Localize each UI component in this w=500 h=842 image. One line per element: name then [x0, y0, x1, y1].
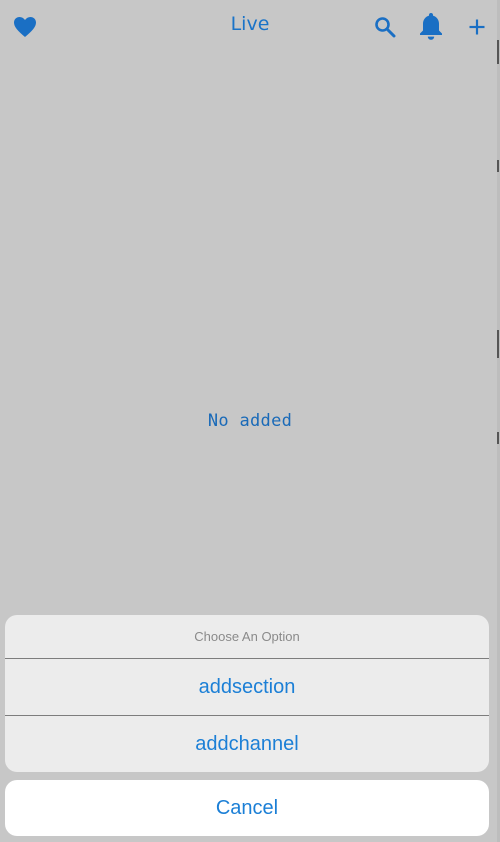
search-button[interactable]	[370, 12, 400, 42]
notifications-button[interactable]	[415, 9, 447, 43]
scroll-edge-mark	[497, 40, 499, 64]
top-bar: Live	[0, 0, 500, 52]
cancel-button[interactable]: Cancel	[5, 780, 489, 836]
option-addchannel[interactable]: addchannel	[5, 716, 489, 772]
scroll-edge-mark	[497, 160, 499, 172]
action-sheet: Choose An Option addsection addchannel	[5, 615, 489, 772]
option-addsection[interactable]: addsection	[5, 659, 489, 715]
bell-icon	[420, 13, 442, 40]
plus-icon	[469, 19, 485, 35]
add-button[interactable]	[462, 12, 492, 42]
scroll-edge-mark	[497, 432, 499, 444]
search-icon	[375, 17, 396, 38]
empty-state-message: No added	[207, 411, 293, 431]
action-sheet-title: Choose An Option	[194, 629, 300, 644]
scroll-edge-mark	[497, 330, 499, 358]
